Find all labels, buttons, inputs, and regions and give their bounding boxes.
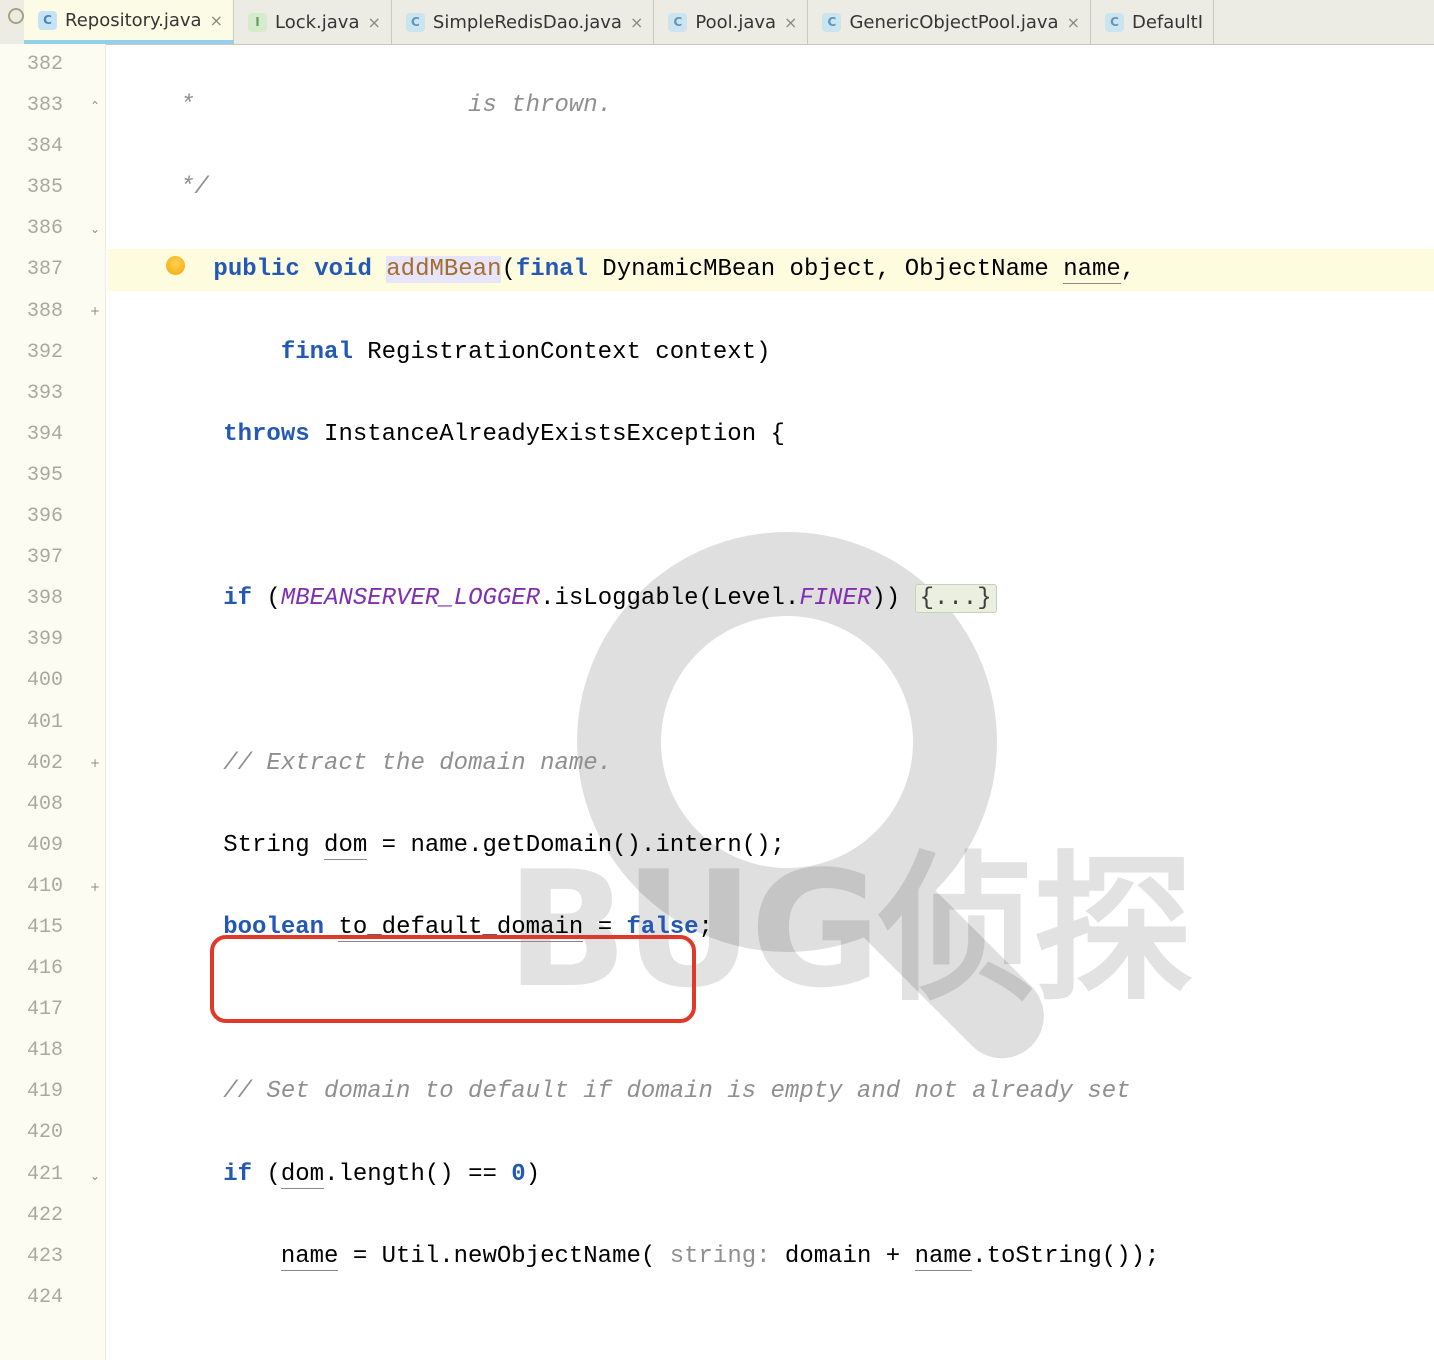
- tab-default-truncated[interactable]: C DefaultI: [1091, 0, 1214, 44]
- close-icon[interactable]: ×: [630, 13, 643, 32]
- fold-down-icon[interactable]: ⌄: [90, 222, 104, 236]
- tab-simpleredisdao[interactable]: C SimpleRedisDao.java ×: [392, 0, 654, 44]
- tab-label: Lock.java: [275, 12, 359, 33]
- file-icon: C: [1105, 13, 1124, 32]
- tab-lock[interactable]: I Lock.java ×: [234, 0, 392, 44]
- file-icon: C: [406, 13, 425, 32]
- code-text: * is thrown.: [108, 92, 612, 119]
- bulb-icon[interactable]: [166, 256, 185, 275]
- code-text: */: [108, 174, 209, 201]
- file-icon: C: [38, 11, 57, 30]
- file-icon: I: [248, 13, 267, 32]
- tab-label: Pool.java: [695, 12, 776, 33]
- fold-expand-icon[interactable]: +: [90, 880, 104, 894]
- tab-label: GenericObjectPool.java: [849, 12, 1058, 33]
- close-icon[interactable]: ×: [210, 11, 223, 30]
- fold-expand-icon[interactable]: +: [90, 304, 104, 318]
- method-name: addMBean: [386, 256, 501, 283]
- tab-label: Repository.java: [65, 10, 202, 31]
- close-icon[interactable]: ×: [367, 13, 380, 32]
- folded-region[interactable]: {...}: [915, 584, 997, 613]
- tab-label: SimpleRedisDao.java: [433, 12, 622, 33]
- tab-label: DefaultI: [1132, 12, 1203, 33]
- close-icon[interactable]: ×: [1067, 13, 1080, 32]
- file-icon: C: [668, 13, 687, 32]
- tab-repository[interactable]: C Repository.java ×: [24, 0, 234, 44]
- file-icon: C: [822, 13, 841, 32]
- fold-up-icon[interactable]: ⌃: [90, 99, 104, 113]
- close-icon[interactable]: ×: [784, 13, 797, 32]
- fold-gutter: ⌃ ⌄ + + + ⌄: [0, 44, 108, 1360]
- tab-pool[interactable]: C Pool.java ×: [654, 0, 808, 44]
- code-editor[interactable]: * is thrown. */ public void addMBean(fin…: [108, 44, 1434, 1360]
- fold-expand-icon[interactable]: +: [90, 756, 104, 770]
- editor-tabs: C Repository.java × I Lock.java × C Simp…: [0, 0, 1434, 45]
- pin-icon[interactable]: [8, 8, 24, 24]
- tab-genericobjectpool[interactable]: C GenericObjectPool.java ×: [808, 0, 1091, 44]
- highlight-annotation: [210, 935, 696, 1023]
- fold-down-icon[interactable]: ⌄: [90, 1169, 104, 1183]
